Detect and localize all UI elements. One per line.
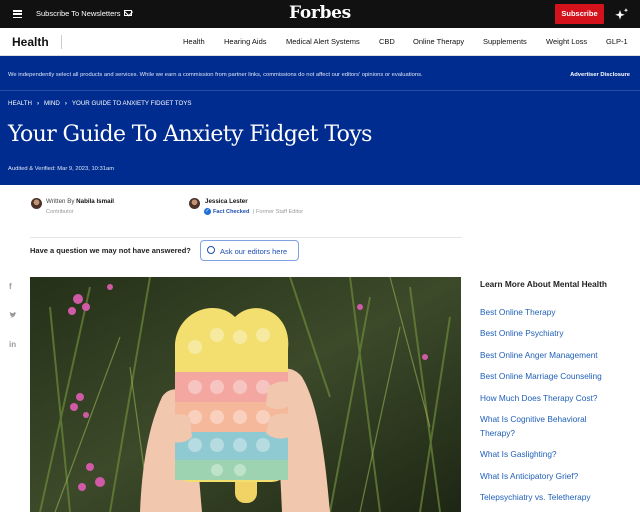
writer-role: Contributor bbox=[46, 209, 74, 215]
sidebar-link-therapy-cost[interactable]: How Much Does Therapy Cost? bbox=[480, 393, 597, 403]
nav-item-health[interactable]: Health bbox=[183, 37, 205, 46]
breadcrumb-current[interactable]: YOUR GUIDE TO ANXIETY FIDGET TOYS bbox=[72, 100, 192, 107]
sidebar-link-telepsychiatry[interactable]: Telepsychiatry vs. Teletherapy bbox=[480, 492, 591, 502]
logo-text[interactable]: Forbes bbox=[289, 3, 351, 23]
sidebar-link-gaslighting[interactable]: What Is Gaslighting? bbox=[480, 449, 557, 459]
ask-editors-label: Ask our editors here bbox=[220, 247, 288, 256]
breadcrumb-health[interactable]: HEALTH bbox=[8, 100, 32, 107]
page-title: Your Guide To Anxiety Fidget Toys bbox=[8, 122, 372, 147]
section-title[interactable]: Health bbox=[12, 35, 49, 49]
nav-item-supplements[interactable]: Supplements bbox=[483, 37, 527, 46]
sparkle-icon[interactable] bbox=[614, 7, 630, 21]
sidebar-link-online-psychiatry[interactable]: Best Online Psychiatry bbox=[480, 328, 563, 338]
breadcrumb-separator: › bbox=[64, 100, 67, 107]
sidebar-link-online-therapy[interactable]: Best Online Therapy bbox=[480, 307, 555, 317]
sidebar-title: Learn More About Mental Health bbox=[480, 279, 607, 289]
checker-avatar[interactable] bbox=[189, 198, 200, 209]
writer-name[interactable]: Nabila Ismail bbox=[76, 198, 114, 205]
nav-item-cbd[interactable]: CBD bbox=[379, 37, 395, 46]
disclaimer-text: We independently select all products and… bbox=[8, 72, 423, 78]
fact-checked-label: Fact Checked bbox=[213, 209, 250, 215]
forbes-logo[interactable]: Forbes bbox=[0, 3, 640, 23]
ask-editors-button[interactable]: Ask our editors here bbox=[200, 240, 299, 261]
checker-name[interactable]: Jessica Lester bbox=[205, 198, 248, 205]
writer-avatar[interactable] bbox=[31, 198, 42, 209]
twitter-icon[interactable] bbox=[9, 311, 17, 321]
chat-icon bbox=[207, 246, 215, 254]
linkedin-icon[interactable]: in bbox=[9, 340, 16, 349]
checker-role-text: Former Staff Editor bbox=[256, 209, 304, 215]
breadcrumb: HEALTH › MIND › YOUR GUIDE TO ANXIETY FIDGET… bbox=[8, 100, 192, 107]
sidebar-link-cbt[interactable]: What Is Cognitive Behavioral bbox=[480, 414, 587, 424]
nav-divider bbox=[61, 35, 62, 49]
fidget-toy-photo bbox=[30, 277, 461, 512]
nav-item-hearing-aids[interactable]: Hearing Aids bbox=[224, 37, 267, 46]
nav-item-weight-loss[interactable]: Weight Loss bbox=[546, 37, 587, 46]
facebook-icon[interactable]: f bbox=[9, 282, 12, 291]
nav-item-glp1[interactable]: GLP-1 bbox=[606, 37, 628, 46]
sidebar-link-anticipatory-grief[interactable]: What Is Anticipatory Grief? bbox=[480, 471, 578, 481]
sidebar-link-marriage-counseling[interactable]: Best Online Marriage Counseling bbox=[480, 371, 602, 381]
advertiser-disclosure-link[interactable]: Advertiser Disclosure bbox=[570, 72, 630, 78]
nav-item-medical-alert[interactable]: Medical Alert Systems bbox=[286, 37, 360, 46]
checker-byline: Jessica Lester bbox=[205, 198, 248, 205]
breadcrumb-separator: › bbox=[36, 100, 40, 107]
disclaimer-row: We independently select all products and… bbox=[0, 56, 640, 91]
top-bar: Subscribe To Newsletters Forbes Subscrib… bbox=[0, 0, 640, 28]
checker-role: | Former Staff Editor bbox=[253, 209, 304, 215]
divider bbox=[30, 237, 462, 238]
written-by-label: Written By bbox=[46, 198, 75, 205]
sidebar-link-cbt-continued[interactable]: Therapy? bbox=[480, 428, 515, 438]
article-hero: We independently select all products and… bbox=[0, 56, 640, 185]
question-prompt: Have a question we may not have answered… bbox=[30, 246, 191, 255]
writer-byline: Written By Nabila Ismail bbox=[46, 198, 114, 205]
breadcrumb-mind[interactable]: MIND bbox=[44, 100, 60, 107]
section-nav: Health Health Hearing Aids Medical Alert… bbox=[0, 28, 640, 56]
check-icon: ✓ bbox=[204, 208, 211, 215]
audited-timestamp: Audited & Verified: Mar 9, 2023, 10:31am bbox=[8, 166, 115, 172]
nav-item-online-therapy[interactable]: Online Therapy bbox=[413, 37, 464, 46]
sidebar-link-anger-management[interactable]: Best Online Anger Management bbox=[480, 350, 598, 360]
subscribe-button[interactable]: Subscribe bbox=[555, 4, 604, 24]
